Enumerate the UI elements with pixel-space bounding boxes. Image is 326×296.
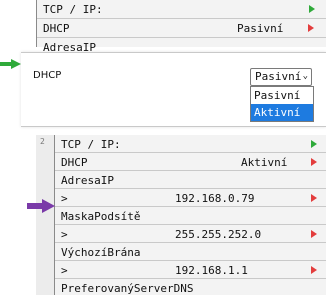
red-arrow-icon[interactable] [311, 194, 317, 202]
tcpip-header-label: TCP / IP: [43, 3, 103, 16]
dhcp-dropdown-panel: DHCP Pasivní ⌄ Pasivní Aktivní [21, 52, 326, 127]
purple-pointer-arrow-icon [27, 199, 55, 213]
dhcp-label: DHCP [43, 22, 70, 35]
subnet-mask-label-row: MaskaPodsítě [55, 207, 326, 225]
green-pointer-arrow-icon [0, 59, 21, 69]
ip-address-label-row: AdresaIP [55, 171, 326, 189]
dhcp-row[interactable]: DHCP Pasivní [37, 19, 326, 38]
line-gutter: 2 [36, 135, 54, 295]
row-prefix: > [61, 192, 68, 205]
tcpip-header-row: TCP / IP: [37, 0, 326, 19]
gateway-label: VýchozíBrána [61, 246, 141, 259]
red-arrow-icon[interactable] [311, 230, 317, 238]
dhcp-select[interactable]: Pasivní ⌄ [250, 68, 312, 86]
red-arrow-icon[interactable] [308, 24, 314, 32]
dhcp-value[interactable]: Pasivní [237, 22, 283, 35]
ip-address-value-row[interactable]: > 192.168.0.79 [55, 189, 326, 207]
select-current-value: Pasivní [255, 70, 302, 83]
subnet-mask-value[interactable]: 255.255.252.0 [175, 228, 261, 241]
tcpip-header-label: TCP / IP: [61, 138, 121, 151]
dropdown-option-list: Pasivní Aktivní [250, 86, 314, 122]
subnet-mask-label: MaskaPodsítě [61, 210, 141, 223]
line-number: 2 [40, 137, 45, 146]
ip-address-label: AdresaIP [61, 174, 114, 187]
row-prefix: > [61, 264, 68, 277]
dns-label-row: PreferovanýServerDNS [55, 279, 326, 296]
gateway-label-row: VýchozíBrána [55, 243, 326, 261]
ip-address-value[interactable]: 192.168.0.79 [175, 192, 254, 205]
dropdown-field-label: DHCP [33, 70, 62, 81]
tcpip-header-row: TCP / IP: [55, 135, 326, 153]
tcpip-panel-top: TCP / IP: DHCP Pasivní AdresaIP [36, 0, 326, 54]
chevron-down-icon: ⌄ [302, 71, 308, 81]
dhcp-label: DHCP [61, 156, 88, 169]
subnet-mask-value-row[interactable]: > 255.255.252.0 [55, 225, 326, 243]
tcpip-panel-bottom: TCP / IP: DHCP Aktivní AdresaIP > 192.16… [54, 135, 326, 295]
red-arrow-icon[interactable] [311, 158, 317, 166]
green-arrow-icon[interactable] [311, 140, 317, 148]
red-arrow-icon[interactable] [311, 266, 317, 274]
option-pasivni[interactable]: Pasivní [251, 87, 313, 104]
dhcp-value[interactable]: Aktivní [241, 156, 287, 169]
option-aktivni[interactable]: Aktivní [251, 104, 313, 121]
row-prefix: > [61, 228, 68, 241]
green-arrow-icon[interactable] [309, 5, 315, 13]
preferred-dns-label: PreferovanýServerDNS [61, 282, 194, 295]
dhcp-row[interactable]: DHCP Aktivní [55, 153, 326, 171]
gateway-value[interactable]: 192.168.1.1 [175, 264, 248, 277]
gateway-value-row[interactable]: > 192.168.1.1 [55, 261, 326, 279]
